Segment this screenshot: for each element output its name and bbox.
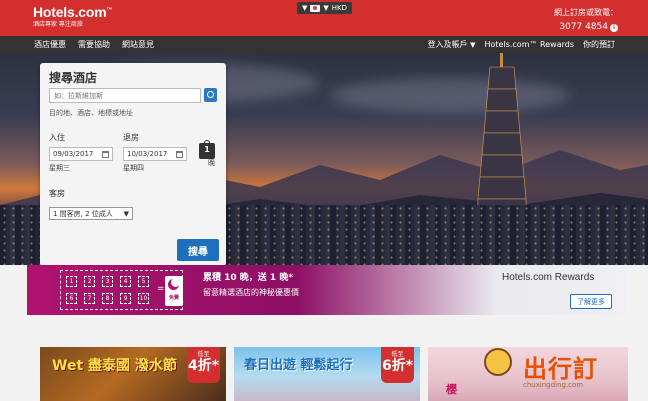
checkin-date-value: 09/03/2017: [53, 150, 94, 158]
promo-tile-thailand[interactable]: Wet 盡泰國 潑水節 低至 4折*: [40, 347, 226, 401]
hk-flag-icon: [310, 4, 321, 12]
search-panel: 搜尋酒店 目的地、酒店、地標或地址 入住 09/03/2017 星期三 退房 1…: [40, 63, 226, 266]
search-title: 搜尋酒店: [49, 71, 98, 85]
stamp: 3: [102, 276, 113, 287]
destination-input[interactable]: [49, 88, 201, 103]
main-nav: 酒店優惠 需要協助 網站意見 登入及帳戶 ▼ Hotels.com™ Rewar…: [0, 36, 648, 53]
rooms-select[interactable]: 1 間客房, 2 位成人 ▼: [49, 207, 133, 220]
discount-badge: 低至 4折*: [187, 347, 220, 383]
chevron-down-icon: ▼: [323, 4, 329, 12]
moon-icon: [168, 278, 180, 290]
page-root: Hotels.com™ 酒店專家 專注商旅 ▼ ▼ HKD 網上訂房或致電： 3…: [0, 0, 648, 401]
rooms-value: 1 間客房, 2 位成人: [53, 209, 113, 218]
checkin-day: 星期三: [49, 164, 70, 172]
logo-tagline: 酒店專家 專注商旅: [33, 21, 83, 28]
stamp: 5: [138, 276, 149, 287]
hotline-label: 網上訂房或致電：: [554, 8, 618, 17]
hotline-number[interactable]: 3077 4854: [559, 22, 608, 32]
nav-left: 酒店優惠 需要協助 網站意見: [34, 39, 154, 50]
logo-trademark: ™: [106, 7, 113, 14]
checkout-label: 退房: [123, 133, 139, 142]
nights-count: 1: [204, 145, 210, 154]
calendar-icon: [176, 150, 183, 158]
currency-label: HKD: [331, 4, 348, 12]
nights-bag-icon: 1: [199, 140, 215, 159]
stamp: 10: [138, 293, 149, 304]
nav-item-account[interactable]: 登入及帳戶 ▼: [428, 39, 476, 50]
hotline: 網上訂房或致電： 3077 4854 i: [554, 6, 618, 34]
promo-tile-spring[interactable]: 春日出遊 輕鬆起行 低至 6折*: [234, 347, 420, 401]
locate-me-button[interactable]: [204, 88, 217, 102]
equals-sign: =: [157, 284, 165, 294]
account-label: 登入及帳戶: [427, 40, 468, 49]
checkout-day: 星期四: [123, 164, 144, 172]
stamp: 9: [120, 293, 131, 304]
nav-item-feedback[interactable]: 網站意見: [122, 39, 154, 50]
watermark-logo: 出行訂: [523, 355, 598, 383]
stamp-card: 1 2 3 4 5 6 7 8 9 10 = 免費: [60, 270, 183, 310]
discount-prefix: 低至: [197, 351, 210, 358]
discount-value: 6折*: [381, 358, 414, 374]
checkin-date-field[interactable]: 09/03/2017: [49, 147, 113, 161]
watermark-url: chuxingding.com: [523, 381, 584, 389]
stamp: 6: [66, 293, 77, 304]
mascot-icon: [484, 348, 512, 376]
checkout-date-value: 10/03/2017: [127, 150, 168, 158]
free-night-badge: 免費: [165, 276, 183, 306]
stamp: 7: [84, 293, 95, 304]
discount-prefix: 低至: [391, 351, 404, 358]
chevron-down-icon: ▼: [302, 4, 308, 12]
promo-tile-sakura[interactable]: 櫻 出行訂 chuxingding.com: [428, 347, 628, 401]
rewards-brand: Hotels.com Rewards: [502, 272, 595, 283]
stamp: 1: [66, 276, 77, 287]
destination-hint: 目的地、酒店、地標或地址: [49, 109, 133, 117]
stamp: 8: [102, 293, 113, 304]
info-icon[interactable]: i: [610, 24, 618, 32]
stamp: 4: [120, 276, 131, 287]
rooms-label: 客房: [49, 189, 65, 198]
rewards-headline: 累積 10 晚，送 1 晚*: [203, 273, 294, 283]
nav-right: 登入及帳戶 ▼ Hotels.com™ Rewards 你的預訂: [428, 39, 615, 50]
nav-item-rewards[interactable]: Hotels.com™ Rewards: [485, 40, 575, 49]
promo-title: Wet 盡泰國 潑水節: [52, 358, 177, 374]
nights-label: 晚: [208, 159, 215, 167]
locale-selector[interactable]: ▼ ▼ HKD: [297, 2, 353, 14]
calendar-icon: [102, 150, 109, 158]
chevron-down-icon: ▼: [123, 209, 129, 218]
promo-title: 櫻: [446, 383, 457, 396]
nav-item-deals[interactable]: 酒店優惠: [34, 39, 66, 50]
search-button[interactable]: 搜尋: [177, 239, 219, 261]
rewards-banner[interactable]: 1 2 3 4 5 6 7 8 9 10 = 免費 累積 10 晚，送 1 晚*…: [27, 265, 627, 315]
stamp: 2: [84, 276, 95, 287]
free-label: 免費: [168, 295, 179, 301]
checkout-date-field[interactable]: 10/03/2017: [123, 147, 187, 161]
promo-title: 春日出遊 輕鬆起行: [244, 358, 353, 373]
nav-item-bookings[interactable]: 你的預訂: [583, 39, 615, 50]
checkin-label: 入住: [49, 133, 65, 142]
learn-more-button[interactable]: 了解更多: [570, 294, 612, 309]
discount-badge: 低至 6折*: [381, 347, 414, 383]
hotels-logo[interactable]: Hotels.com™ 酒店專家 專注商旅: [33, 4, 112, 28]
rewards-subline: 留意精選酒店的神秘優惠價: [203, 288, 299, 297]
hero-cloud: [330, 78, 570, 113]
nav-item-help[interactable]: 需要協助: [78, 39, 110, 50]
logo-text: Hotels.com: [33, 4, 107, 20]
top-header: Hotels.com™ 酒店專家 專注商旅 ▼ ▼ HKD 網上訂房或致電： 3…: [0, 0, 648, 36]
chevron-down-icon: ▼: [470, 41, 476, 49]
discount-value: 4折*: [187, 358, 220, 374]
